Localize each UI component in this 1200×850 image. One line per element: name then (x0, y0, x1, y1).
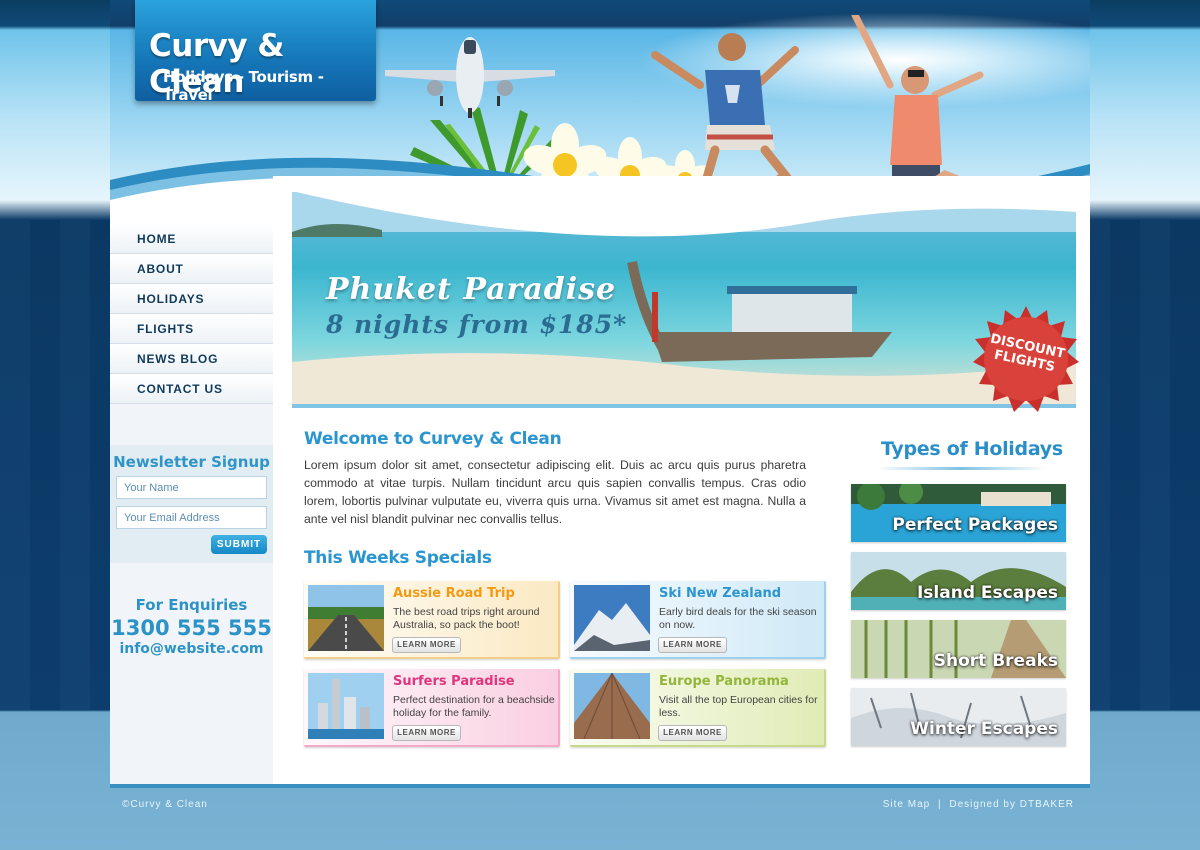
special-title: Europe Panorama (659, 674, 789, 689)
page: Curvy & Clean Holidays - Tourism - Trave… (110, 0, 1090, 850)
footer-sitemap-link[interactable]: Site Map (883, 799, 930, 810)
footer-bar (110, 784, 1090, 788)
enquiries-title: For Enquiries (135, 596, 248, 614)
learn-more-button[interactable]: LEARN MORE (658, 637, 727, 653)
newsletter-email-input[interactable] (116, 506, 267, 529)
special-text: Perfect destination for a beachside holi… (393, 694, 555, 719)
special-card-aussie-road-trip[interactable]: Aussie Road Trip The best road trips rig… (304, 581, 560, 659)
newsletter-submit-button[interactable]: SUBMIT (211, 535, 267, 554)
hero-title: Phuket Paradise (326, 272, 617, 307)
enquiries-email[interactable]: info@website.com (110, 641, 273, 657)
holiday-type-island-escapes[interactable]: Island Escapes (851, 552, 1066, 610)
main-nav: HOME ABOUT HOLIDAYS FLIGHTS NEWS BLOG CO… (110, 224, 273, 404)
holiday-type-label: Perfect Packages (892, 515, 1058, 535)
footer-copyright: ©Curvy & Clean (122, 799, 208, 810)
nav-item-flights[interactable]: FLIGHTS (110, 314, 273, 344)
newsletter-signup: Newsletter Signup SUBMIT (110, 445, 273, 563)
left-sidebar: HOME ABOUT HOLIDAYS FLIGHTS NEWS BLOG CO… (110, 224, 273, 784)
special-title: Ski New Zealand (659, 586, 782, 601)
mountain-photo (574, 585, 650, 651)
footer-designer-link[interactable]: Designed by DTBAKER (949, 799, 1074, 810)
enquiries-phone[interactable]: 1300 555 555 (110, 616, 273, 640)
special-text: The best road trips right around Austral… (393, 606, 540, 631)
footer-links: Site Map | Designed by DTBAKER (883, 799, 1074, 810)
holiday-type-label: Island Escapes (916, 583, 1058, 603)
nav-item-holidays[interactable]: HOLIDAYS (110, 284, 273, 314)
learn-more-button[interactable]: LEARN MORE (658, 725, 727, 741)
holiday-type-winter-escapes[interactable]: Winter Escapes (851, 688, 1066, 746)
nav-item-home[interactable]: HOME (110, 224, 273, 254)
holiday-type-short-breaks[interactable]: Short Breaks (851, 620, 1066, 678)
nav-item-contact-us[interactable]: CONTACT US (110, 374, 273, 404)
airplane-illustration (385, 37, 555, 118)
special-title: Aussie Road Trip (393, 586, 515, 601)
welcome-body: Lorem ipsum dolor sit amet, consectetur … (304, 458, 806, 526)
road-photo (308, 585, 384, 651)
nav-item-news-blog[interactable]: NEWS BLOG (110, 344, 273, 374)
footer-separator: | (938, 799, 942, 810)
hero-subtitle: 8 nights from $185* (326, 310, 628, 339)
discount-flights-badge[interactable]: DISCOUNT FLIGHTS (973, 306, 1079, 412)
tower-photo (574, 673, 650, 739)
hero-banner[interactable]: Phuket Paradise 8 nights from $185* (292, 192, 1076, 408)
main-content: Phuket Paradise 8 nights from $185* DISC… (273, 176, 1090, 784)
holiday-types-title: Types of Holidays (881, 438, 1063, 460)
nav-item-about[interactable]: ABOUT (110, 254, 273, 284)
holiday-type-label: Short Breaks (933, 651, 1058, 671)
special-card-europe-panorama[interactable]: Europe Panorama Visit all the top Europe… (570, 669, 826, 747)
newsletter-name-input[interactable] (116, 476, 267, 499)
special-title: Surfers Paradise (393, 674, 515, 689)
holiday-type-label: Winter Escapes (910, 719, 1058, 739)
special-text: Visit all the top European cities for le… (659, 694, 818, 719)
holiday-type-perfect-packages[interactable]: Perfect Packages (851, 484, 1066, 542)
holiday-types-divider (876, 467, 1046, 470)
newsletter-title: Newsletter Signup (113, 453, 270, 471)
learn-more-button[interactable]: LEARN MORE (392, 637, 461, 653)
specials-title: This Weeks Specials (304, 548, 492, 568)
special-card-ski-new-zealand[interactable]: Ski New Zealand Early bird deals for the… (570, 581, 826, 659)
special-card-surfers-paradise[interactable]: Surfers Paradise Perfect destination for… (304, 669, 560, 747)
site-logo[interactable]: Curvy & Clean Holidays - Tourism - Trave… (135, 0, 376, 104)
logo-tagline: Holidays - Tourism - Travel (163, 68, 324, 104)
special-text: Early bird deals for the ski season on n… (659, 606, 817, 631)
welcome-title: Welcome to Curvey & Clean (304, 429, 562, 449)
learn-more-button[interactable]: LEARN MORE (392, 725, 461, 741)
city-photo (308, 673, 384, 739)
